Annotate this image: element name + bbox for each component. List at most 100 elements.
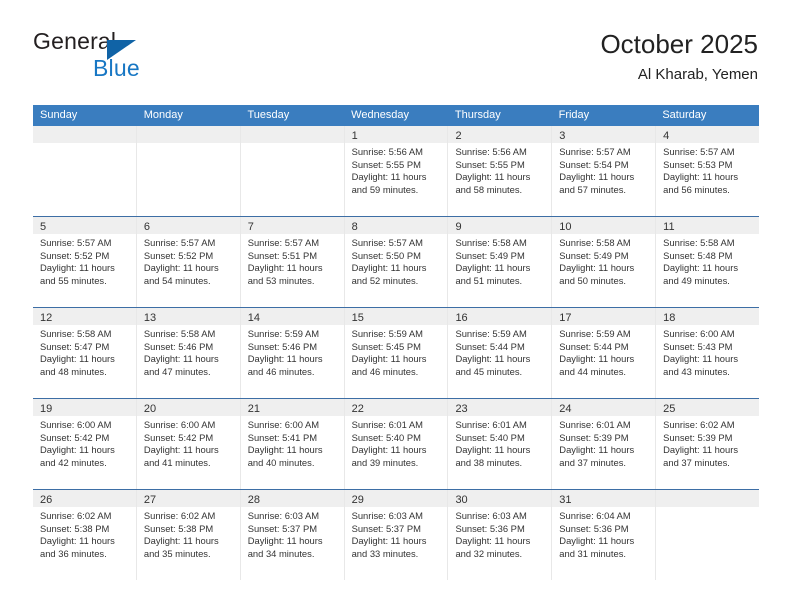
daylight-text: Daylight: 11 hours and 33 minutes. bbox=[351, 535, 427, 559]
day-number-bar: 24 bbox=[552, 399, 656, 416]
day-number-bar: 4 bbox=[656, 126, 760, 143]
day-details: Sunrise: 6:03 AM Sunset: 5:37 PM Daylight:… bbox=[345, 507, 448, 560]
sunrise-text: Sunrise: 6:00 AM bbox=[40, 419, 112, 430]
calendar-week-row: 5 Sunrise: 5:57 AM Sunset: 5:52 PM Daylight… bbox=[33, 216, 760, 307]
day-number-bar: 19 bbox=[33, 399, 136, 416]
day-details: Sunrise: 5:59 AM Sunset: 5:45 PM Daylight:… bbox=[345, 325, 448, 378]
calendar-day-cell[interactable]: 30 Sunrise: 6:03 AM Sunset: 5:36 PM Dayligh… bbox=[448, 490, 553, 580]
sunrise-text: Sunrise: 6:01 AM bbox=[351, 419, 423, 430]
sunset-text: Sunset: 5:49 PM bbox=[455, 249, 525, 261]
daylight-text: Daylight: 11 hours and 55 minutes. bbox=[40, 262, 115, 286]
day-details: Sunrise: 6:03 AM Sunset: 5:37 PM Daylight:… bbox=[241, 507, 344, 560]
daylight-text: Daylight: 11 hours and 52 minutes. bbox=[351, 262, 427, 286]
calendar-day-cell[interactable]: 11 Sunrise: 5:58 AM Sunset: 5:48 PM Dayligh… bbox=[656, 217, 760, 307]
calendar-day-cell[interactable]: 16 Sunrise: 5:59 AM Sunset: 5:44 PM Dayligh… bbox=[448, 308, 553, 398]
sunrise-text: Sunrise: 5:57 AM bbox=[663, 146, 735, 157]
day-details: Sunrise: 5:58 AM Sunset: 5:49 PM Daylight:… bbox=[552, 234, 655, 287]
day-details: Sunrise: 6:01 AM Sunset: 5:40 PM Daylight:… bbox=[345, 416, 448, 469]
calendar-day-cell[interactable]: 15 Sunrise: 5:59 AM Sunset: 5:45 PM Dayligh… bbox=[344, 308, 449, 398]
day-details: Sunrise: 5:57 AM Sunset: 5:50 PM Daylight:… bbox=[345, 234, 448, 287]
calendar-day-cell[interactable]: 13 Sunrise: 5:58 AM Sunset: 5:46 PM Dayligh… bbox=[136, 308, 241, 398]
calendar-day-cell[interactable]: 1 Sunrise: 5:56 AM Sunset: 5:55 PM Daylight… bbox=[344, 126, 449, 216]
calendar-day-cell[interactable]: 21 Sunrise: 6:00 AM Sunset: 5:41 PM Dayligh… bbox=[240, 399, 345, 489]
calendar-day-cell[interactable]: 27 Sunrise: 6:02 AM Sunset: 5:38 PM Dayligh… bbox=[136, 490, 241, 580]
day-details: Sunrise: 6:04 AM Sunset: 5:36 PM Daylight:… bbox=[552, 507, 655, 560]
calendar-day-cell[interactable]: 10 Sunrise: 5:58 AM Sunset: 5:49 PM Dayligh… bbox=[552, 217, 657, 307]
calendar-day-cell[interactable]: 31 Sunrise: 6:04 AM Sunset: 5:36 PM Dayligh… bbox=[552, 490, 657, 580]
calendar-day-cell[interactable]: 18 Sunrise: 6:00 AM Sunset: 5:43 PM Dayligh… bbox=[656, 308, 760, 398]
calendar-day-cell[interactable]: 19 Sunrise: 6:00 AM Sunset: 5:42 PM Dayligh… bbox=[33, 399, 137, 489]
sunrise-text: Sunrise: 5:58 AM bbox=[455, 237, 527, 248]
calendar-day-cell[interactable]: 3 Sunrise: 5:57 AM Sunset: 5:54 PM Daylight… bbox=[552, 126, 657, 216]
calendar-day-cell[interactable]: 14 Sunrise: 5:59 AM Sunset: 5:46 PM Dayligh… bbox=[240, 308, 345, 398]
sunset-text: Sunset: 5:52 PM bbox=[143, 249, 214, 261]
daylight-text: Daylight: 11 hours and 37 minutes. bbox=[663, 444, 739, 468]
day-number-bar: 23 bbox=[448, 399, 552, 416]
calendar-cell-empty bbox=[656, 490, 760, 580]
calendar-day-cell[interactable]: 22 Sunrise: 6:01 AM Sunset: 5:40 PM Dayligh… bbox=[344, 399, 449, 489]
sunset-text: Sunset: 5:37 PM bbox=[247, 522, 318, 534]
daylight-text: Daylight: 11 hours and 53 minutes. bbox=[247, 262, 323, 286]
day-number-bar: 10 bbox=[552, 217, 656, 234]
day-number: 29 bbox=[351, 494, 364, 506]
calendar-day-cell[interactable]: 23 Sunrise: 6:01 AM Sunset: 5:40 PM Dayligh… bbox=[448, 399, 553, 489]
day-number: 5 bbox=[40, 221, 47, 233]
sunset-text: Sunset: 5:37 PM bbox=[351, 522, 421, 534]
calendar-day-cell[interactable]: 4 Sunrise: 5:57 AM Sunset: 5:53 PM Daylight… bbox=[656, 126, 760, 216]
calendar-day-cell[interactable]: 28 Sunrise: 6:03 AM Sunset: 5:37 PM Dayligh… bbox=[240, 490, 345, 580]
day-details: Sunrise: 6:00 AM Sunset: 5:42 PM Daylight:… bbox=[137, 416, 240, 469]
day-details: Sunrise: 6:01 AM Sunset: 5:39 PM Daylight:… bbox=[552, 416, 655, 469]
calendar-day-cell[interactable]: 2 Sunrise: 5:56 AM Sunset: 5:55 PM Daylight… bbox=[448, 126, 553, 216]
sunrise-text: Sunrise: 5:58 AM bbox=[663, 237, 735, 248]
day-number-bar: 13 bbox=[136, 308, 240, 325]
calendar-grid: Sunday Monday Tuesday Wednesday Thursday… bbox=[33, 105, 760, 580]
sunrise-text: Sunrise: 6:02 AM bbox=[143, 510, 216, 521]
calendar-day-cell[interactable]: 5 Sunrise: 5:57 AM Sunset: 5:52 PM Daylight… bbox=[33, 217, 137, 307]
logo-text-blue: Blue bbox=[93, 55, 140, 81]
sunrise-text: Sunrise: 6:01 AM bbox=[455, 419, 527, 430]
day-details: Sunrise: 5:56 AM Sunset: 5:55 PM Daylight:… bbox=[448, 143, 551, 196]
day-number-bar: 20 bbox=[136, 399, 240, 416]
sunrise-text: Sunrise: 6:03 AM bbox=[455, 510, 527, 521]
calendar-day-cell[interactable]: 12 Sunrise: 5:58 AM Sunset: 5:47 PM Dayligh… bbox=[33, 308, 137, 398]
calendar-day-cell[interactable]: 6 Sunrise: 5:57 AM Sunset: 5:52 PM Daylight… bbox=[136, 217, 241, 307]
calendar-cell-empty bbox=[136, 126, 241, 216]
calendar-day-cell[interactable]: 29 Sunrise: 6:03 AM Sunset: 5:37 PM Dayligh… bbox=[344, 490, 449, 580]
calendar-weeks: 1 Sunrise: 5:56 AM Sunset: 5:55 PM Daylight… bbox=[33, 126, 760, 580]
sunrise-text: Sunrise: 6:01 AM bbox=[559, 419, 631, 430]
calendar-day-cell[interactable]: 25 Sunrise: 6:02 AM Sunset: 5:39 PM Dayligh… bbox=[656, 399, 760, 489]
calendar-day-cell[interactable]: 20 Sunrise: 6:00 AM Sunset: 5:42 PM Dayligh… bbox=[136, 399, 241, 489]
daylight-text: Daylight: 11 hours and 48 minutes. bbox=[40, 353, 115, 377]
day-details: Sunrise: 6:02 AM Sunset: 5:38 PM Daylight:… bbox=[137, 507, 240, 560]
day-number-bar: 30 bbox=[448, 490, 552, 507]
calendar-day-cell[interactable]: 26 Sunrise: 6:02 AM Sunset: 5:38 PM Dayligh… bbox=[33, 490, 137, 580]
day-number: 17 bbox=[559, 312, 572, 324]
day-number-bar: 21 bbox=[240, 399, 344, 416]
calendar-day-cell[interactable]: 24 Sunrise: 6:01 AM Sunset: 5:39 PM Dayligh… bbox=[552, 399, 657, 489]
day-details: Sunrise: 5:57 AM Sunset: 5:52 PM Daylight:… bbox=[33, 234, 136, 287]
calendar-week-row: 19 Sunrise: 6:00 AM Sunset: 5:42 PM Dayligh… bbox=[33, 398, 760, 489]
general-blue-logo[interactable]: General Blue bbox=[33, 28, 233, 88]
daylight-text: Daylight: 11 hours and 39 minutes. bbox=[351, 444, 427, 468]
day-number-bar: 27 bbox=[136, 490, 240, 507]
day-number: 6 bbox=[143, 221, 150, 233]
calendar-day-cell[interactable]: 17 Sunrise: 5:59 AM Sunset: 5:44 PM Dayligh… bbox=[552, 308, 657, 398]
calendar-day-cell[interactable]: 7 Sunrise: 5:57 AM Sunset: 5:51 PM Daylight… bbox=[240, 217, 345, 307]
calendar-day-cell[interactable]: 8 Sunrise: 5:57 AM Sunset: 5:50 PM Daylight… bbox=[344, 217, 449, 307]
page-header: General Blue October 2025 Al Kharab, Yem… bbox=[33, 28, 758, 98]
sunset-text: Sunset: 5:49 PM bbox=[559, 249, 629, 261]
sunset-text: Sunset: 5:39 PM bbox=[559, 431, 629, 443]
sunrise-text: Sunrise: 6:02 AM bbox=[40, 510, 112, 521]
daylight-text: Daylight: 11 hours and 42 minutes. bbox=[40, 444, 115, 468]
calendar-week-row: 12 Sunrise: 5:58 AM Sunset: 5:47 PM Dayligh… bbox=[33, 307, 760, 398]
sunset-text: Sunset: 5:50 PM bbox=[351, 249, 421, 261]
day-details: Sunrise: 5:58 AM Sunset: 5:49 PM Daylight:… bbox=[448, 234, 551, 287]
daylight-text: Daylight: 11 hours and 58 minutes. bbox=[455, 171, 531, 195]
day-details: Sunrise: 6:02 AM Sunset: 5:39 PM Daylight:… bbox=[656, 416, 759, 469]
sunset-text: Sunset: 5:55 PM bbox=[351, 158, 421, 170]
calendar-day-cell[interactable]: 9 Sunrise: 5:58 AM Sunset: 5:49 PM Daylight… bbox=[448, 217, 553, 307]
weekday-saturday: Saturday bbox=[662, 109, 707, 121]
day-number-bar: 12 bbox=[33, 308, 136, 325]
day-details: Sunrise: 6:00 AM Sunset: 5:41 PM Daylight:… bbox=[241, 416, 344, 469]
daylight-text: Daylight: 11 hours and 49 minutes. bbox=[663, 262, 739, 286]
